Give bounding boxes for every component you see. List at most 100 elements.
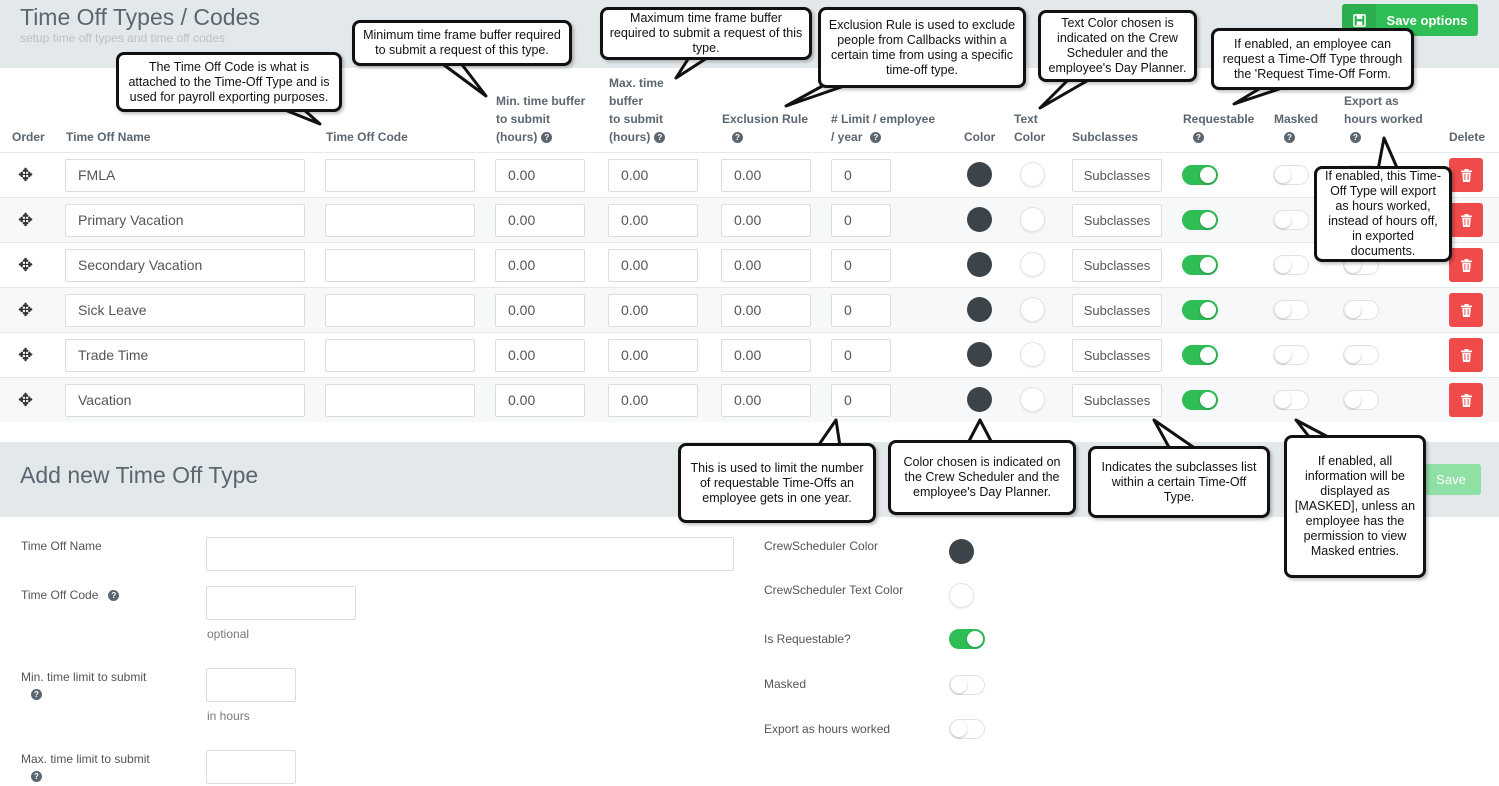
min-buffer-input[interactable]: 0.00 (495, 249, 585, 282)
export-toggle[interactable] (1343, 390, 1379, 410)
time-off-code-input[interactable] (325, 339, 475, 372)
max-buffer-input[interactable]: 0.00 (608, 384, 698, 417)
requestable-toggle[interactable] (1182, 300, 1218, 320)
subclasses-button[interactable]: Subclasses (1072, 384, 1162, 417)
requestable-toggle[interactable] (1182, 255, 1218, 275)
subclasses-button[interactable]: Subclasses (1072, 159, 1162, 192)
help-icon[interactable]: ? (1193, 132, 1204, 144)
help-icon[interactable]: ? (31, 689, 42, 700)
time-off-name-input[interactable]: Primary Vacation (65, 204, 305, 237)
min-buffer-input[interactable]: 0.00 (495, 204, 585, 237)
time-off-code-input[interactable] (325, 384, 475, 417)
exclusion-rule-input[interactable]: 0.00 (721, 204, 811, 237)
max-buffer-input[interactable]: 0.00 (608, 204, 698, 237)
max-buffer-input[interactable]: 0.00 (608, 159, 698, 192)
save-button[interactable]: Save (1421, 464, 1481, 495)
text-color-swatch[interactable] (1020, 387, 1045, 412)
time-off-code-input[interactable] (325, 204, 475, 237)
requestable-toggle[interactable] (1182, 210, 1218, 230)
max-buffer-input[interactable]: 0.00 (608, 249, 698, 282)
exclusion-rule-input[interactable]: 0.00 (721, 249, 811, 282)
help-icon[interactable]: ? (870, 132, 882, 144)
min-time-input[interactable] (206, 668, 296, 702)
color-swatch[interactable] (967, 342, 992, 367)
masked-toggle[interactable] (1273, 165, 1309, 185)
time-off-code-input[interactable] (325, 159, 475, 192)
limit-input[interactable]: 0 (831, 384, 891, 417)
time-off-name-input[interactable]: Sick Leave (65, 294, 305, 327)
delete-button[interactable] (1449, 293, 1483, 327)
export-toggle[interactable] (949, 719, 985, 739)
delete-button[interactable] (1449, 158, 1483, 192)
subclasses-button[interactable]: Subclasses (1072, 249, 1162, 282)
exclusion-rule-input[interactable]: 0.00 (721, 384, 811, 417)
masked-toggle[interactable] (1273, 390, 1309, 410)
limit-input[interactable]: 0 (831, 339, 891, 372)
export-toggle[interactable] (1343, 345, 1379, 365)
cs-text-color-swatch[interactable] (949, 583, 974, 608)
help-icon[interactable]: ? (108, 590, 120, 602)
min-buffer-input[interactable]: 0.00 (495, 159, 585, 192)
time-off-name-input[interactable]: Trade Time (65, 339, 305, 372)
time-off-code-input[interactable] (206, 586, 356, 620)
drag-handle-icon[interactable]: ✥ (18, 346, 33, 364)
delete-button[interactable] (1449, 338, 1483, 372)
masked-toggle[interactable] (949, 675, 985, 695)
delete-button[interactable] (1449, 203, 1483, 237)
help-icon[interactable]: ? (732, 132, 743, 144)
help-icon[interactable]: ? (654, 132, 666, 144)
text-color-swatch[interactable] (1020, 207, 1045, 232)
text-color-swatch[interactable] (1020, 162, 1045, 187)
masked-toggle[interactable] (1273, 345, 1309, 365)
min-buffer-input[interactable]: 0.00 (495, 339, 585, 372)
max-buffer-input[interactable]: 0.00 (608, 339, 698, 372)
color-swatch[interactable] (967, 207, 992, 232)
masked-toggle[interactable] (1273, 210, 1309, 230)
drag-handle-icon[interactable]: ✥ (18, 211, 33, 229)
help-icon[interactable]: ? (31, 771, 42, 782)
min-buffer-input[interactable]: 0.00 (495, 294, 585, 327)
color-swatch[interactable] (967, 297, 992, 322)
exclusion-rule-input[interactable]: 0.00 (721, 294, 811, 327)
exclusion-rule-input[interactable]: 0.00 (721, 159, 811, 192)
color-swatch[interactable] (967, 387, 992, 412)
subclasses-button[interactable]: Subclasses (1072, 294, 1162, 327)
drag-handle-icon[interactable]: ✥ (18, 301, 33, 319)
delete-button[interactable] (1449, 383, 1483, 417)
time-off-code-input[interactable] (325, 294, 475, 327)
masked-toggle[interactable] (1273, 255, 1309, 275)
color-swatch[interactable] (967, 252, 992, 277)
requestable-toggle[interactable] (1182, 390, 1218, 410)
cs-color-swatch[interactable] (949, 539, 974, 564)
delete-button[interactable] (1449, 248, 1483, 282)
min-buffer-input[interactable]: 0.00 (495, 384, 585, 417)
limit-input[interactable]: 0 (831, 249, 891, 282)
requestable-toggle[interactable] (1182, 345, 1218, 365)
limit-input[interactable]: 0 (831, 159, 891, 192)
masked-toggle[interactable] (1273, 300, 1309, 320)
drag-handle-icon[interactable]: ✥ (18, 256, 33, 274)
time-off-code-input[interactable] (325, 249, 475, 282)
max-buffer-input[interactable]: 0.00 (608, 294, 698, 327)
time-off-name-input[interactable]: FMLA (65, 159, 305, 192)
help-icon[interactable]: ? (1284, 132, 1295, 144)
text-color-swatch[interactable] (1020, 342, 1045, 367)
text-color-swatch[interactable] (1020, 297, 1045, 322)
drag-handle-icon[interactable]: ✥ (18, 166, 33, 184)
limit-input[interactable]: 0 (831, 204, 891, 237)
max-time-input[interactable] (206, 750, 296, 784)
text-color-swatch[interactable] (1020, 252, 1045, 277)
limit-input[interactable]: 0 (831, 294, 891, 327)
help-icon[interactable]: ? (1350, 132, 1361, 144)
time-off-name-input[interactable]: Secondary Vacation (65, 249, 305, 282)
help-icon[interactable]: ? (541, 132, 553, 144)
export-toggle[interactable] (1343, 300, 1379, 320)
requestable-toggle[interactable] (1182, 165, 1218, 185)
time-off-name-input[interactable]: Vacation (65, 384, 305, 417)
drag-handle-icon[interactable]: ✥ (18, 391, 33, 409)
subclasses-button[interactable]: Subclasses (1072, 204, 1162, 237)
exclusion-rule-input[interactable]: 0.00 (721, 339, 811, 372)
subclasses-button[interactable]: Subclasses (1072, 339, 1162, 372)
color-swatch[interactable] (967, 162, 992, 187)
time-off-name-input[interactable] (206, 537, 734, 571)
